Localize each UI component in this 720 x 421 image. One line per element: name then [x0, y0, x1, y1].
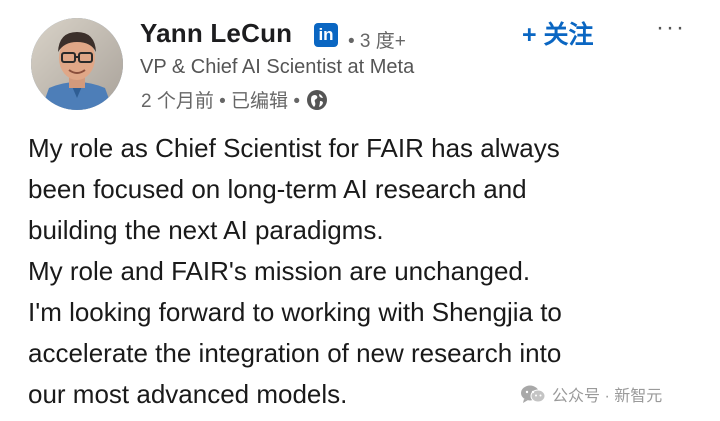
avatar-photo	[31, 18, 123, 110]
post-line: been focused on long-term AI research an…	[28, 174, 527, 204]
author-headline: VP & Chief AI Scientist at Meta	[140, 56, 415, 78]
post-meta: 2 个月前 • 已编辑 •	[141, 86, 328, 113]
connection-degree: • 3 度+	[348, 31, 406, 52]
follow-button[interactable]: + 关注	[522, 15, 594, 51]
post-body: My role as Chief Scientist for FAIR has …	[28, 128, 708, 415]
post-line: I'm looking forward to working with Shen…	[28, 297, 562, 327]
post-line: building the next AI paradigms.	[28, 215, 384, 245]
watermark: 公众号 · 新智元	[520, 382, 662, 406]
author-name[interactable]: Yann LeCun	[140, 18, 292, 49]
post-line: My role as Chief Scientist for FAIR has …	[28, 133, 560, 163]
post-line: My role and FAIR's mission are unchanged…	[28, 256, 531, 286]
watermark-text: 公众号 · 新智元	[552, 388, 663, 405]
linkedin-icon: in	[314, 23, 338, 47]
avatar[interactable]	[31, 18, 123, 110]
post-meta-text: 2 个月前 • 已编辑 •	[141, 91, 300, 112]
post-line: accelerate the integration of new resear…	[28, 338, 562, 368]
more-options-button[interactable]: ···	[656, 14, 686, 42]
wechat-icon	[520, 384, 546, 404]
globe-icon	[306, 89, 328, 111]
